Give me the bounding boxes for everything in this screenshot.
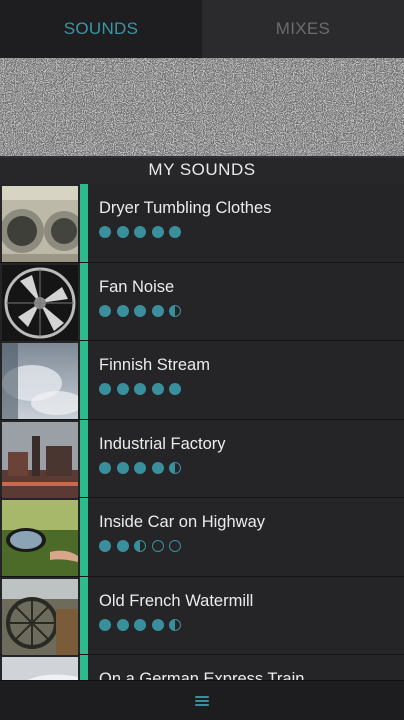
sound-title: Fan Noise [99, 277, 175, 296]
rating-dot-full [99, 540, 111, 552]
selected-accent-bar [80, 184, 88, 262]
sound-row[interactable]: Old French Watermill [0, 576, 404, 655]
rating-dot-half [169, 618, 181, 631]
rating-dot-full [151, 383, 164, 395]
selected-accent-bar [80, 341, 88, 419]
rating-dots[interactable] [99, 461, 181, 474]
selected-accent-bar [80, 262, 88, 340]
sound-title: Industrial Factory [99, 434, 226, 453]
rating-dots[interactable] [99, 618, 181, 631]
rating-dot-full [151, 304, 164, 317]
selected-accent-bar [80, 576, 88, 654]
rating-dot-full [116, 618, 129, 631]
rating-dot-full [134, 618, 146, 631]
rating-dot-full [116, 226, 129, 238]
factory-image [2, 421, 78, 498]
rating-dot-full [99, 383, 111, 395]
sound-row[interactable]: Dryer Tumbling Clothes [0, 184, 404, 263]
rating-dot-full [151, 618, 164, 631]
rating-dot-full [99, 461, 111, 474]
rating-dot-full [134, 461, 146, 474]
sound-row[interactable]: Inside Car on Highway [0, 498, 404, 577]
fan-image [2, 264, 78, 341]
tab-bar: SOUNDS MIXES [0, 0, 404, 58]
rating-dot-full [134, 304, 146, 317]
sound-row[interactable]: Fan Noise [0, 262, 404, 341]
stream-image [2, 343, 78, 419]
rating-dot-half [169, 461, 181, 474]
sound-title: Inside Car on Highway [99, 513, 265, 531]
rating-dot-full [169, 226, 181, 238]
static-noise-banner [0, 58, 404, 158]
selected-accent-bar [80, 419, 88, 497]
rating-dot-full [116, 540, 129, 552]
selected-accent-bar [80, 655, 88, 680]
rating-dot-empty [151, 540, 164, 552]
bottom-bar [0, 680, 404, 720]
menu-icon[interactable] [195, 695, 209, 706]
section-header-my-sounds: MY SOUNDS [0, 156, 404, 184]
rating-dot-half [169, 304, 181, 317]
tab-mixes[interactable]: MIXES [202, 0, 404, 58]
rating-dot-full [151, 226, 164, 238]
rating-dot-full [99, 226, 111, 238]
rating-dot-full [99, 618, 111, 631]
rating-dot-full [169, 383, 181, 395]
sound-row[interactable]: Finnish Stream [0, 341, 404, 420]
train-image [2, 657, 78, 680]
car-mirror-image [2, 500, 78, 576]
selected-accent-bar [80, 498, 88, 576]
sound-row[interactable]: On a German Express Train [0, 655, 404, 680]
watermill-image [2, 578, 78, 655]
rating-dot-empty [169, 540, 181, 552]
sound-title: Old French Watermill [99, 591, 254, 610]
rating-dots[interactable] [99, 383, 181, 395]
rating-dot-full [116, 383, 129, 395]
rating-dots[interactable] [99, 540, 181, 552]
rating-dot-full [134, 383, 146, 395]
sound-title: Dryer Tumbling Clothes [99, 199, 272, 217]
laundry-dryer-image [2, 186, 78, 262]
rating-dot-full [151, 461, 164, 474]
rating-dots[interactable] [99, 304, 181, 317]
rating-dot-half [134, 540, 146, 552]
sound-title: On a German Express Train [99, 670, 305, 680]
rating-dot-full [116, 304, 129, 317]
rating-dot-full [116, 461, 129, 474]
sound-title: Finnish Stream [99, 356, 210, 374]
rating-dot-full [134, 226, 146, 238]
rating-dots[interactable] [99, 226, 181, 238]
sound-row[interactable]: Industrial Factory [0, 419, 404, 498]
rating-dot-full [99, 304, 111, 317]
tab-sounds[interactable]: SOUNDS [0, 0, 202, 58]
sound-list: Dryer Tumbling Clothes Fan Noise Finnish S… [0, 184, 404, 680]
